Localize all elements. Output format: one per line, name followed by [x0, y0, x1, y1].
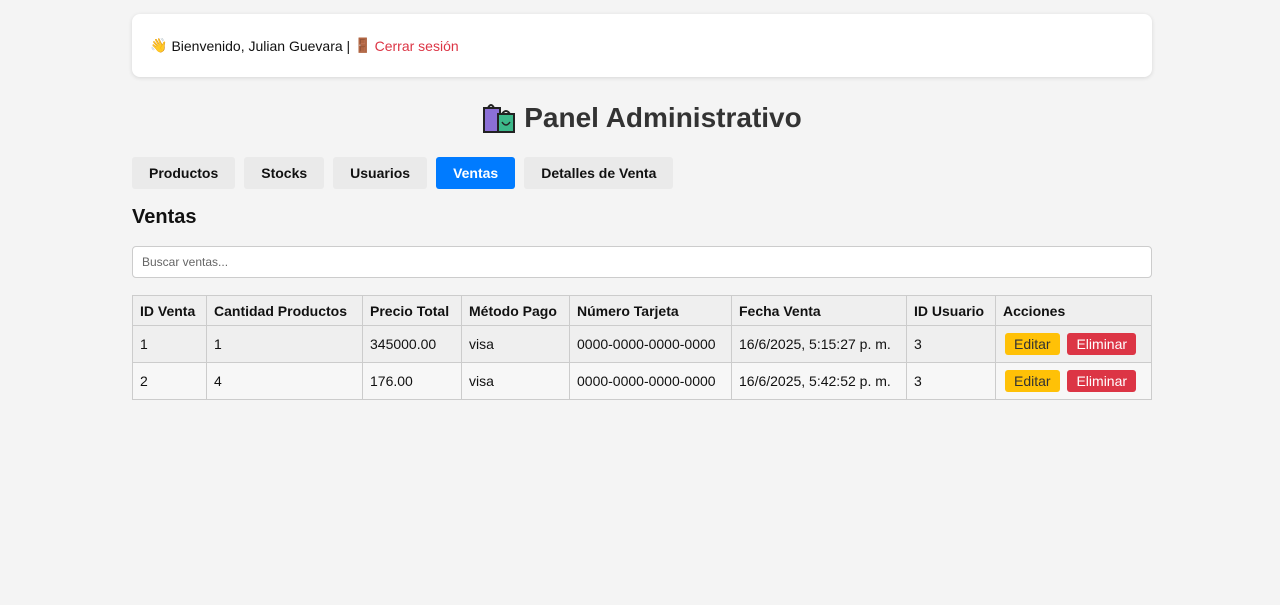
shopping-bags-icon — [482, 102, 516, 134]
sales-table: ID Venta Cantidad Productos Precio Total… — [132, 295, 1152, 400]
delete-button[interactable]: Eliminar — [1067, 333, 1137, 355]
tab-bar: Productos Stocks Usuarios Ventas Detalle… — [132, 157, 1152, 189]
cell-metodo: visa — [461, 362, 570, 400]
column-header: ID Usuario — [906, 295, 996, 326]
cell-tarjeta: 0000-0000-0000-0000 — [569, 362, 732, 400]
tab-detalles-venta[interactable]: Detalles de Venta — [524, 157, 674, 189]
cell-id-usuario: 3 — [906, 362, 996, 400]
user-header: 👋 Bienvenido, Julian Guevara | 🚪 Cerrar … — [132, 14, 1152, 77]
cell-tarjeta: 0000-0000-0000-0000 — [569, 325, 732, 363]
table-row: 2 4 176.00 visa 0000-0000-0000-0000 16/6… — [132, 362, 1152, 400]
tab-stocks[interactable]: Stocks — [244, 157, 325, 189]
page-title-text: Panel Administrativo — [524, 102, 802, 133]
cell-precio: 176.00 — [362, 362, 462, 400]
table-header-row: ID Venta Cantidad Productos Precio Total… — [132, 295, 1152, 326]
page-title: Panel Administrativo — [132, 98, 1152, 138]
tab-usuarios[interactable]: Usuarios — [333, 157, 428, 189]
cell-precio: 345000.00 — [362, 325, 462, 363]
tab-ventas[interactable]: Ventas — [436, 157, 516, 189]
section-title: Ventas — [132, 206, 197, 228]
column-header: Método Pago — [461, 295, 570, 326]
column-header: Fecha Venta — [731, 295, 907, 326]
cell-id-usuario: 3 — [906, 325, 996, 363]
cell-fecha: 16/6/2025, 5:42:52 p. m. — [731, 362, 907, 400]
cell-metodo: visa — [461, 325, 570, 363]
main-container: 👋 Bienvenido, Julian Guevara | 🚪 Cerrar … — [132, 14, 1152, 400]
column-header: Cantidad Productos — [206, 295, 363, 326]
tab-productos[interactable]: Productos — [132, 157, 236, 189]
column-header: Acciones — [995, 295, 1152, 326]
cell-acciones: Editar Eliminar — [995, 325, 1152, 363]
cell-acciones: Editar Eliminar — [995, 362, 1152, 400]
column-header: Número Tarjeta — [569, 295, 732, 326]
door-icon: 🚪 — [354, 37, 372, 53]
column-header: Precio Total — [362, 295, 462, 326]
edit-button[interactable]: Editar — [1005, 370, 1060, 392]
table-row: 1 1 345000.00 visa 0000-0000-0000-0000 1… — [132, 325, 1152, 363]
welcome-text: Bienvenido, Julian Guevara | — [171, 37, 351, 54]
logout-link[interactable]: Cerrar sesión — [375, 38, 459, 54]
cell-id-venta: 1 — [132, 325, 207, 363]
edit-button[interactable]: Editar — [1005, 333, 1060, 355]
waving-hand-icon: 👋 — [150, 37, 168, 53]
cell-id-venta: 2 — [132, 362, 207, 400]
cell-fecha: 16/6/2025, 5:15:27 p. m. — [731, 325, 907, 363]
column-header: ID Venta — [132, 295, 207, 326]
cell-cantidad: 4 — [206, 362, 363, 400]
cell-cantidad: 1 — [206, 325, 363, 363]
delete-button[interactable]: Eliminar — [1067, 370, 1137, 392]
search-input[interactable] — [132, 246, 1152, 278]
